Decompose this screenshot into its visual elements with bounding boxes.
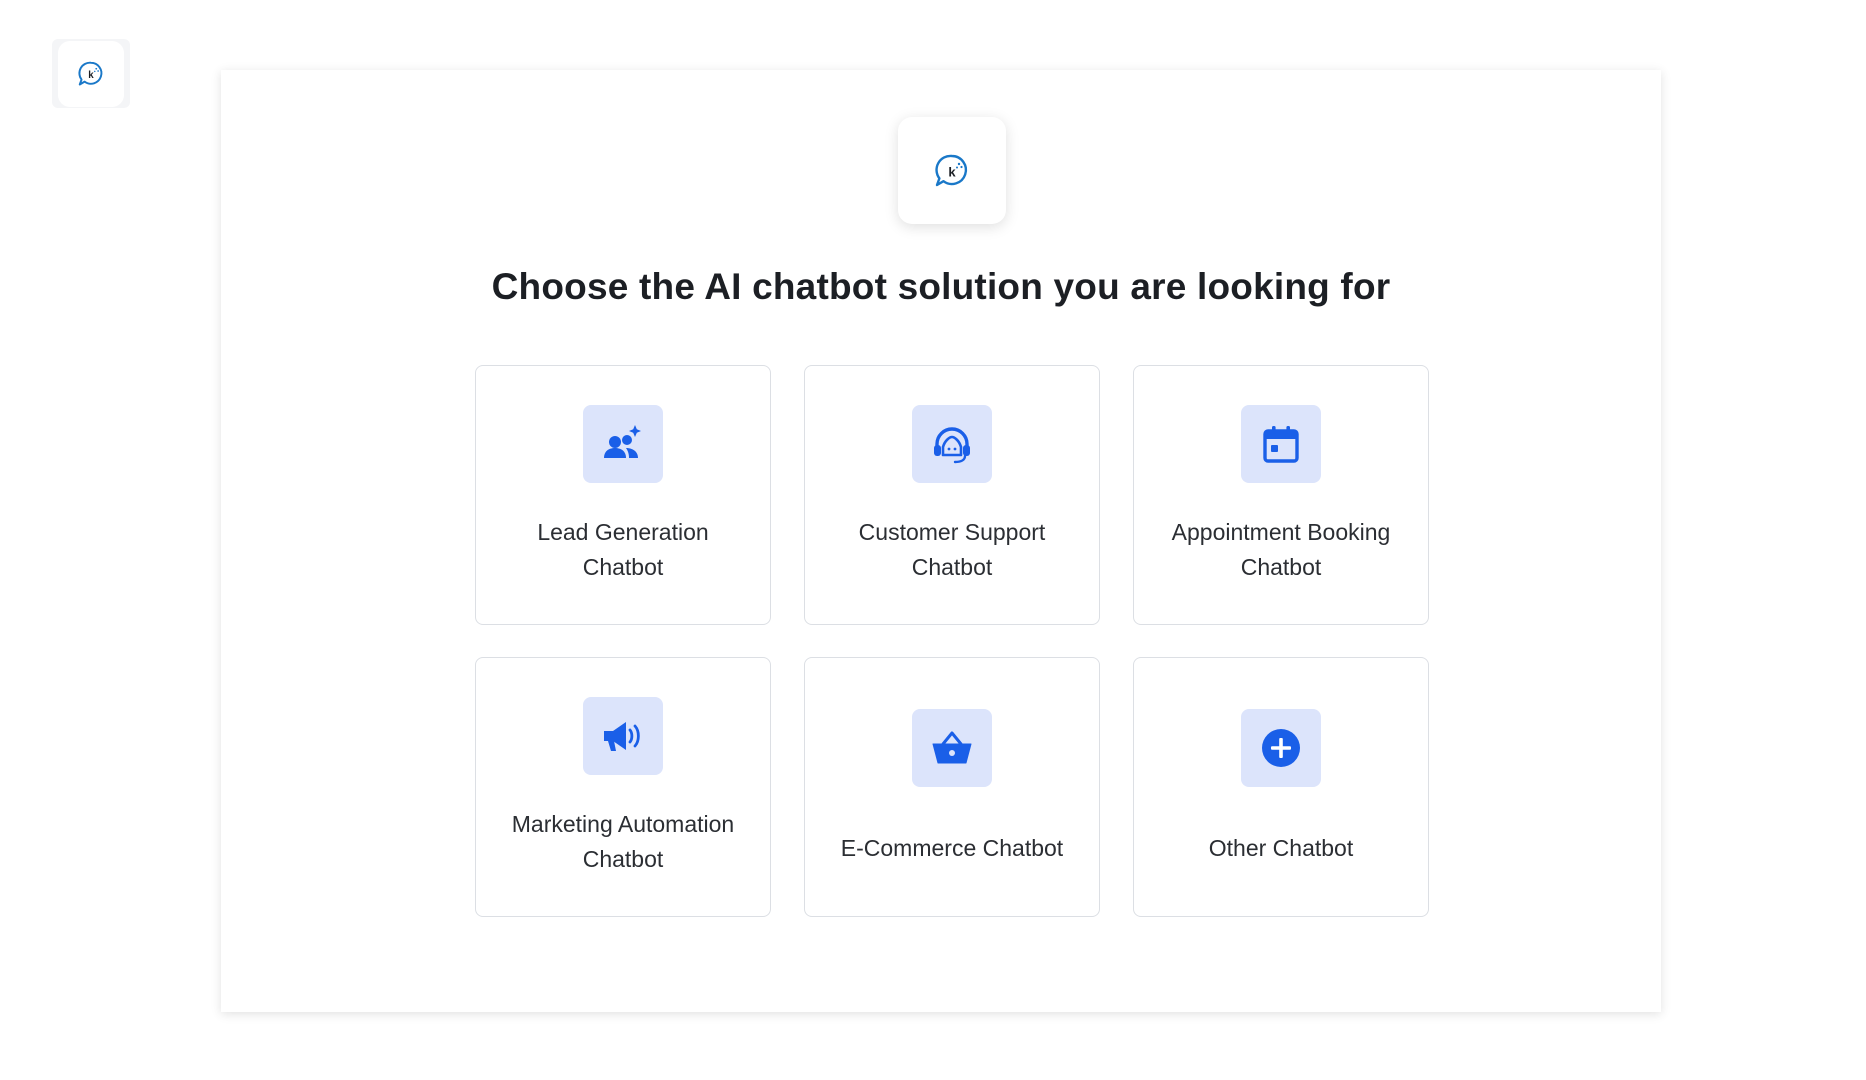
svg-text:k: k: [948, 164, 956, 179]
option-icon-box: [1241, 708, 1321, 787]
option-icon-box: [1241, 405, 1321, 483]
option-label: Appointment Booking Chatbot: [1156, 515, 1406, 585]
option-card-marketing-automation[interactable]: Marketing Automation Chatbot: [475, 657, 771, 917]
option-label-line: Other Chatbot: [1208, 834, 1354, 861]
chat-bubble-logo-icon: k: [78, 61, 103, 85]
shopping-basket-icon: [932, 731, 972, 763]
option-label-line: Chatbot: [911, 554, 993, 580]
option-icon-box: [583, 697, 663, 775]
hero-logo: k: [898, 117, 1006, 224]
megaphone-icon: [604, 722, 640, 751]
option-label-line: Customer Support: [858, 519, 1046, 545]
option-icon-box: [583, 405, 663, 483]
option-card-other[interactable]: Other Chatbot: [1133, 657, 1429, 917]
option-label: Lead Generation Chatbot: [498, 515, 748, 585]
users-sparkle-icon: [604, 425, 641, 458]
option-label-line: Appointment Booking: [1171, 519, 1391, 545]
plus-circle-icon: [1262, 728, 1300, 767]
option-card-appointment-booking[interactable]: Appointment Booking Chatbot: [1133, 365, 1429, 625]
option-icon-box: [912, 405, 992, 483]
corner-logo[interactable]: k: [52, 39, 130, 108]
headset-icon: [934, 427, 970, 464]
option-label-line: Chatbot: [1240, 554, 1322, 580]
option-card-lead-generation[interactable]: Lead Generation Chatbot: [475, 365, 771, 625]
option-card-customer-support[interactable]: Customer Support Chatbot: [804, 365, 1100, 625]
calendar-icon: [1263, 426, 1299, 463]
option-card-ecommerce[interactable]: E-Commerce Chatbot: [804, 657, 1100, 917]
option-label: Marketing Automation Chatbot: [498, 807, 748, 877]
chat-bubble-logo-icon: k: [935, 154, 968, 186]
option-label-line: Chatbot: [582, 846, 664, 872]
option-label-line: Chatbot: [582, 554, 664, 580]
option-label: E-Commerce Chatbot: [827, 831, 1077, 866]
option-label-line: Marketing Automation: [511, 811, 735, 837]
option-icon-box: [912, 708, 992, 787]
page-title: Choose the AI chatbot solution you are l…: [491, 266, 1391, 307]
corner-logo-tile: k: [58, 40, 124, 107]
svg-text:k: k: [88, 70, 94, 81]
chatbot-selection-panel: k Choose the AI chatbot solution you are…: [221, 70, 1661, 1012]
option-label-line: Lead Generation: [537, 519, 709, 545]
option-label: Customer Support Chatbot: [827, 515, 1077, 585]
option-label: Other Chatbot: [1156, 831, 1406, 866]
chatbot-options-grid: Lead Generation Chatbot Customer Support…: [475, 365, 1429, 917]
option-label-line: E-Commerce Chatbot: [840, 834, 1064, 861]
